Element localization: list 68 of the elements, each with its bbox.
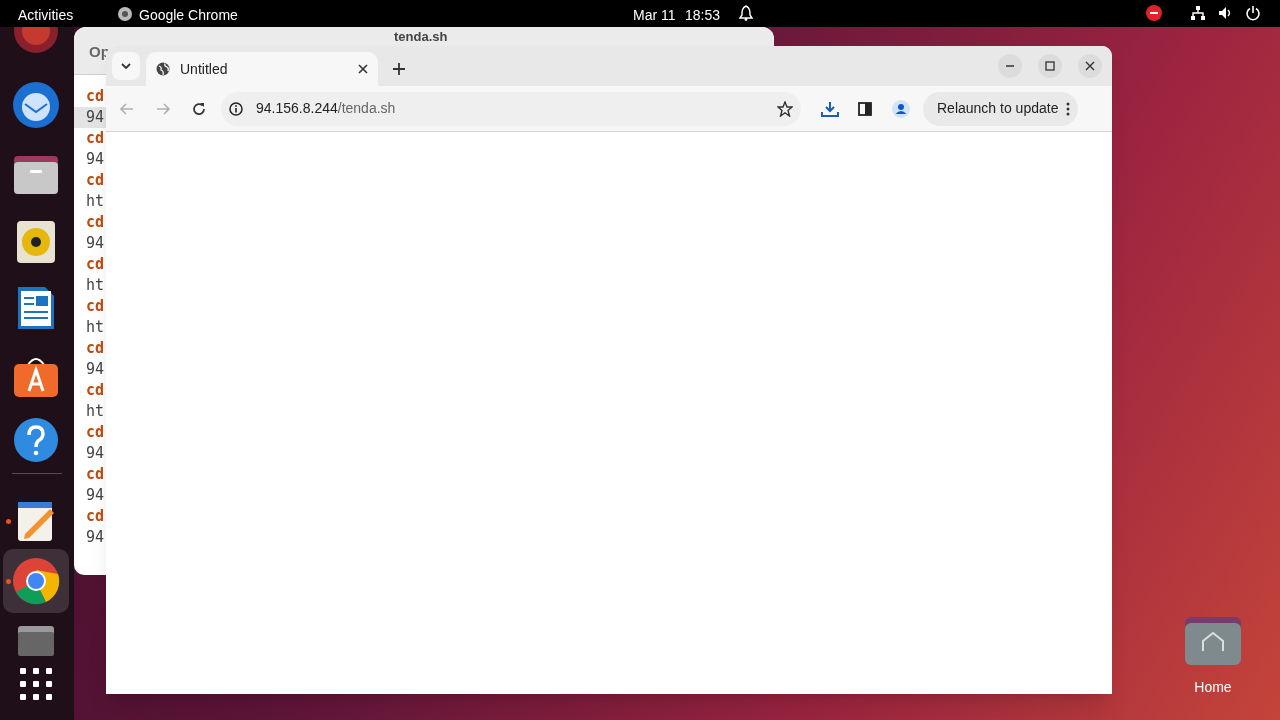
code-text: cd	[86, 464, 105, 486]
relaunch-button[interactable]: Relaunch to update	[923, 91, 1079, 126]
star-icon[interactable]	[777, 100, 793, 117]
info-icon	[229, 101, 243, 116]
window-title: tenda.sh	[394, 29, 448, 44]
side-panel-icon[interactable]	[858, 101, 872, 116]
code-text: cd	[86, 170, 105, 192]
code-text: cd	[86, 212, 105, 234]
close-icon	[1085, 61, 1095, 71]
browser-tab[interactable]: Untitled	[146, 52, 378, 86]
power-icon	[1245, 5, 1261, 21]
activities-button[interactable]: Activities	[18, 5, 74, 26]
bell-icon	[739, 5, 753, 21]
clock-date[interactable]: Mar 11	[633, 5, 676, 26]
tab-search-button[interactable]	[112, 52, 140, 80]
clock-time[interactable]: 18:53	[685, 5, 721, 26]
tab-title: Untitled	[180, 59, 229, 79]
code-text: cd	[86, 296, 105, 318]
code-text: cd	[86, 380, 105, 402]
plus-icon	[393, 63, 405, 75]
code-text: 94	[86, 443, 105, 465]
download-icon[interactable]	[821, 100, 839, 117]
more-vertical-icon	[1066, 101, 1071, 116]
maximize-icon	[1045, 61, 1055, 71]
code-text: cd	[86, 422, 105, 444]
network-icon	[1190, 5, 1206, 21]
code-text: cd	[86, 128, 105, 150]
code-text: 94	[86, 233, 105, 255]
desktop-icon-label[interactable]: Home	[1194, 677, 1232, 698]
code-text: ht	[86, 401, 105, 423]
code-text: cd	[86, 254, 105, 276]
app-grid-icon[interactable]	[20, 668, 52, 700]
dock-item[interactable]	[3, 549, 69, 613]
chevron-down-icon	[121, 63, 131, 69]
code-text: ht	[86, 275, 105, 297]
address-bar[interactable]: 94.156.8.244/tenda.sh	[221, 91, 801, 126]
globe-icon	[156, 62, 170, 76]
home-folder-icon[interactable]	[1185, 615, 1241, 665]
shopping-bag-icon[interactable]	[13, 357, 59, 397]
code-text: 94	[86, 107, 105, 129]
speaker-icon[interactable]	[17, 221, 55, 263]
code-text: ht	[86, 317, 105, 339]
close-window-button[interactable]	[1078, 54, 1102, 78]
code-text: cd	[86, 338, 105, 360]
bird-mail-icon[interactable]	[11, 80, 61, 130]
blocked-icon	[1146, 5, 1162, 21]
code-text: 94	[86, 149, 105, 171]
code-text: cd	[86, 506, 105, 528]
code-text: cd	[86, 86, 105, 108]
chrome-icon[interactable]	[12, 557, 60, 605]
help-icon[interactable]	[13, 417, 59, 463]
code-text: 94	[86, 527, 105, 549]
document-icon[interactable]	[17, 285, 55, 331]
code-text: 94	[86, 359, 105, 381]
app-menu[interactable]: Google Chrome	[139, 5, 238, 26]
code-text: ht	[86, 191, 105, 213]
code-text: 94	[86, 485, 105, 507]
minimize-button[interactable]	[998, 54, 1022, 78]
running-indicator	[6, 579, 11, 584]
url-text: 94.156.8.244/tenda.sh	[256, 99, 397, 118]
folder-icon[interactable]	[13, 154, 59, 196]
reload-icon[interactable]	[192, 101, 206, 116]
profile-icon[interactable]	[892, 99, 910, 118]
notepad-pencil-icon[interactable]	[17, 500, 55, 542]
chrome-icon	[117, 6, 133, 22]
running-indicator	[6, 519, 11, 524]
close-icon[interactable]	[358, 64, 368, 74]
maximize-button[interactable]	[1038, 54, 1062, 78]
